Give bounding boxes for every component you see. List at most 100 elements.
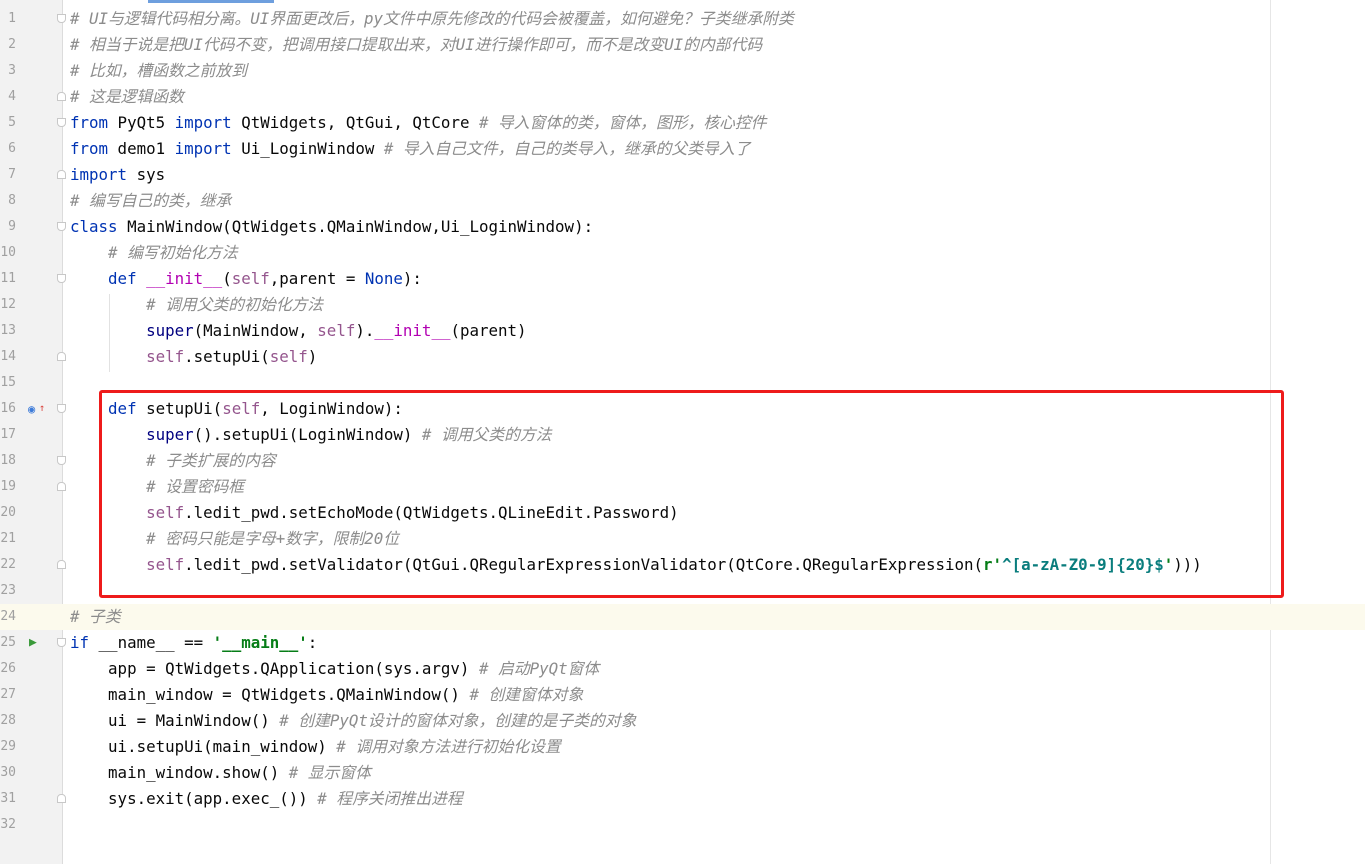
code-line[interactable]: 30 main_window.show() # 显示窗体 xyxy=(0,760,1365,786)
code-text[interactable]: app = QtWidgets.QApplication(sys.argv) #… xyxy=(70,656,599,682)
code-text[interactable]: # 调用父类的初始化方法 xyxy=(70,292,323,318)
code-line[interactable]: 28 ui = MainWindow() # 创建PyQt设计的窗体对象，创建的… xyxy=(0,708,1365,734)
code-text[interactable]: self.setupUi(self) xyxy=(70,344,317,370)
line-number: 13 xyxy=(0,323,16,338)
code-token: # 子类 xyxy=(70,607,121,626)
code-text[interactable]: main_window = QtWidgets.QMainWindow() # … xyxy=(70,682,583,708)
override-arrow-icon: ↑ xyxy=(39,403,46,414)
fold-marker-icon[interactable] xyxy=(57,14,66,23)
code-text[interactable]: sys.exit(app.exec_()) # 程序关闭推出进程 xyxy=(70,786,463,812)
fold-marker-icon[interactable] xyxy=(57,274,66,283)
code-line[interactable]: 1 # UI与逻辑代码相分离。UI界面更改后，py文件中原先修改的代码会被覆盖，如… xyxy=(0,6,1365,32)
code-line[interactable]: 13 super(MainWindow, self).__init__(pare… xyxy=(0,318,1365,344)
fold-marker-icon[interactable] xyxy=(57,170,66,179)
code-line[interactable]: 25 ▶ if __name__ == '__main__': xyxy=(0,630,1365,656)
fold-marker-icon[interactable] xyxy=(57,118,66,127)
line-number: 1 xyxy=(8,11,16,26)
line-number: 8 xyxy=(8,193,16,208)
code-line[interactable]: 6 from demo1 import Ui_LoginWindow # 导入自己… xyxy=(0,136,1365,162)
fold-marker-icon[interactable] xyxy=(57,222,66,231)
fold-marker-icon[interactable] xyxy=(57,352,66,361)
code-token: (parent) xyxy=(450,321,527,340)
code-token: def xyxy=(108,269,137,288)
line-number: 25 xyxy=(0,635,16,650)
code-line[interactable]: 10 # 编写初始化方法 xyxy=(0,240,1365,266)
line-number: 9 xyxy=(8,219,16,234)
code-token: class xyxy=(70,217,118,236)
code-token: : xyxy=(307,633,318,652)
code-token: # 启动PyQt窗体 xyxy=(478,659,600,678)
code-token: ) xyxy=(307,347,318,366)
line-number: 26 xyxy=(0,661,16,676)
line-number: 29 xyxy=(0,739,16,754)
fold-marker-icon[interactable] xyxy=(57,482,66,491)
code-text[interactable]: super(MainWindow, self).__init__(parent) xyxy=(70,318,527,344)
code-line[interactable]: 14 self.setupUi(self) xyxy=(0,344,1365,370)
editor-tab-indicator xyxy=(148,0,274,3)
code-line[interactable]: 27 main_window = QtWidgets.QMainWindow()… xyxy=(0,682,1365,708)
code-token: # 调用对象方法进行初始化设置 xyxy=(336,737,561,756)
fold-marker-icon[interactable] xyxy=(57,560,66,569)
code-editor[interactable]: 1 # UI与逻辑代码相分离。UI界面更改后，py文件中原先修改的代码会被覆盖，如… xyxy=(0,0,1365,864)
code-line[interactable]: 31 sys.exit(app.exec_()) # 程序关闭推出进程 xyxy=(0,786,1365,812)
fold-marker-icon[interactable] xyxy=(57,92,66,101)
code-text[interactable]: # 这是逻辑函数 xyxy=(70,84,184,110)
fold-marker-icon[interactable] xyxy=(57,794,66,803)
code-text[interactable]: import sys xyxy=(70,162,165,188)
code-text[interactable]: def __init__(self,parent = None): xyxy=(70,266,422,292)
code-text[interactable]: # 子类 xyxy=(70,604,121,630)
code-line[interactable]: 3 # 比如，槽函数之前放到 xyxy=(0,58,1365,84)
code-line[interactable]: 24 # 子类 xyxy=(0,604,1365,630)
code-text[interactable]: # 比如，槽函数之前放到 xyxy=(70,58,247,84)
code-line[interactable]: 11 def __init__(self,parent = None): xyxy=(0,266,1365,292)
code-text[interactable]: # 相当于说是把UI代码不变，把调用接口提取出来，对UI进行操作即可，而不是改变… xyxy=(70,32,762,58)
code-line[interactable]: 32 xyxy=(0,812,1365,838)
code-token: self xyxy=(146,347,185,366)
line-number: 18 xyxy=(0,453,16,468)
code-token: self xyxy=(269,347,308,366)
code-text[interactable]: ui = MainWindow() # 创建PyQt设计的窗体对象，创建的是子类… xyxy=(70,708,636,734)
code-line[interactable]: 7 import sys xyxy=(0,162,1365,188)
code-token: demo1 xyxy=(108,139,175,158)
code-text[interactable]: if __name__ == '__main__': xyxy=(70,630,317,656)
override-method-icon[interactable]: ◉ xyxy=(28,396,35,422)
code-token: # 相当于说是把UI代码不变，把调用接口提取出来，对UI进行操作即可，而不是改变… xyxy=(70,35,763,54)
code-text[interactable]: # 编写自己的类，继承 xyxy=(70,188,231,214)
code-token: # UI与逻辑代码相分离。UI界面更改后，py文件中原先修改的代码会被覆盖，如何… xyxy=(70,9,794,28)
code-text[interactable]: ui.setupUi(main_window) # 调用对象方法进行初始化设置 xyxy=(70,734,561,760)
code-token: (MainWindow, xyxy=(193,321,318,340)
code-token: # 显示窗体 xyxy=(288,763,371,782)
code-line[interactable]: 4 # 这是逻辑函数 xyxy=(0,84,1365,110)
code-token: '__main__' xyxy=(212,633,308,652)
code-token: app = QtWidgets.QApplication(sys.argv) xyxy=(70,659,479,678)
code-line[interactable]: 26 app = QtWidgets.QApplication(sys.argv… xyxy=(0,656,1365,682)
code-text[interactable]: # UI与逻辑代码相分离。UI界面更改后，py文件中原先修改的代码会被覆盖，如何… xyxy=(70,6,794,32)
fold-marker-icon[interactable] xyxy=(57,456,66,465)
line-number: 30 xyxy=(0,765,16,780)
code-line[interactable]: 8 # 编写自己的类，继承 xyxy=(0,188,1365,214)
code-text[interactable]: from PyQt5 import QtWidgets, QtGui, QtCo… xyxy=(70,110,767,136)
code-line[interactable]: 2 # 相当于说是把UI代码不变，把调用接口提取出来，对UI进行操作即可，而不是改… xyxy=(0,32,1365,58)
code-text[interactable]: main_window.show() # 显示窗体 xyxy=(70,760,371,786)
code-token: # 比如，槽函数之前放到 xyxy=(70,61,247,80)
fold-marker-icon[interactable] xyxy=(57,638,66,647)
line-number: 32 xyxy=(0,817,16,832)
fold-marker-icon[interactable] xyxy=(57,404,66,413)
line-number: 31 xyxy=(0,791,16,806)
code-line[interactable]: 29 ui.setupUi(main_window) # 调用对象方法进行初始化… xyxy=(0,734,1365,760)
line-number: 5 xyxy=(8,115,16,130)
code-text[interactable]: class MainWindow(QtWidgets.QMainWindow,U… xyxy=(70,214,593,240)
code-line[interactable]: 12 # 调用父类的初始化方法 xyxy=(0,292,1365,318)
line-number: 17 xyxy=(0,427,16,442)
code-token: from xyxy=(70,113,109,132)
code-text[interactable]: from demo1 import Ui_LoginWindow # 导入自己文… xyxy=(70,136,750,162)
code-line[interactable]: 5 from PyQt5 import QtWidgets, QtGui, QtC… xyxy=(0,110,1365,136)
code-token: sys xyxy=(127,165,166,184)
code-text[interactable]: # 编写初始化方法 xyxy=(70,240,238,266)
line-number: 7 xyxy=(8,167,16,182)
code-token: ,parent = xyxy=(269,269,365,288)
code-line[interactable]: 9 class MainWindow(QtWidgets.QMainWindow,… xyxy=(0,214,1365,240)
code-token: None xyxy=(364,269,403,288)
run-arrow-icon[interactable]: ▶ xyxy=(29,630,37,656)
